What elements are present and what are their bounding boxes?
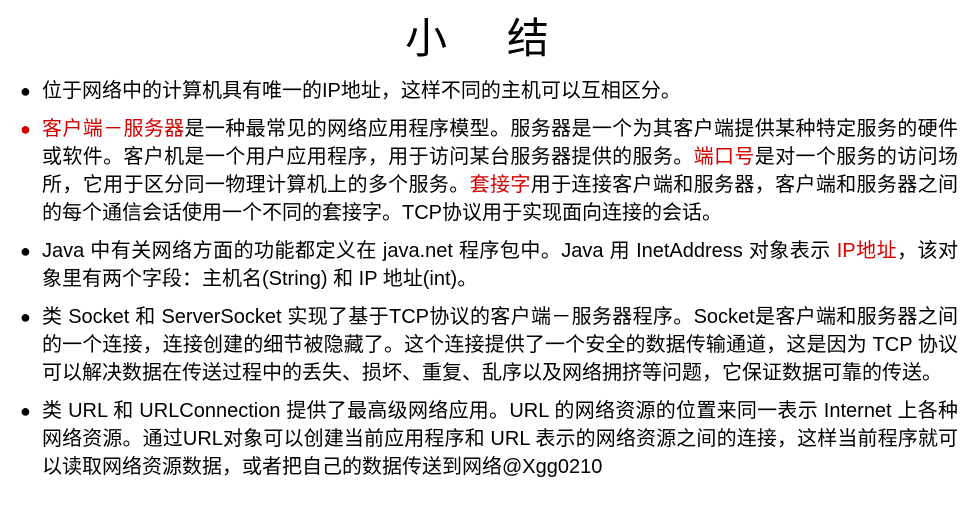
page-title: 小 结 <box>20 10 958 69</box>
list-item: 类 Socket 和 ServerSocket 实现了基于TCP协议的客户端－服… <box>20 303 958 387</box>
text-segment: 端口号 <box>694 146 755 168</box>
list-item: 客户端－服务器是一种最常见的网络应用程序模型。服务器是一个为其客户端提供某种特定… <box>20 115 958 227</box>
list-item: 类 URL 和 URLConnection 提供了最高级网络应用。URL 的网络… <box>20 397 958 481</box>
text-segment: 位于网络中的计算机具有唯一的IP地址，这样不同的主机可以互相区分。 <box>42 80 681 102</box>
text-segment: 类 URL 和 URLConnection 提供了最高级网络应用。URL 的网络… <box>42 400 958 478</box>
text-segment: 套接字 <box>470 174 531 196</box>
list-item: 位于网络中的计算机具有唯一的IP地址，这样不同的主机可以互相区分。 <box>20 77 958 105</box>
text-segment: 类 Socket 和 ServerSocket 实现了基于TCP协议的客户端－服… <box>42 306 958 384</box>
text-segment: IP地址 <box>837 240 897 262</box>
text-segment: 客户端－服务器 <box>42 118 185 140</box>
text-segment: Java 中有关网络方面的功能都定义在 java.net 程序包中。Java 用… <box>42 240 837 262</box>
list-item: Java 中有关网络方面的功能都定义在 java.net 程序包中。Java 用… <box>20 237 958 293</box>
summary-list: 位于网络中的计算机具有唯一的IP地址，这样不同的主机可以互相区分。客户端－服务器… <box>20 77 958 481</box>
